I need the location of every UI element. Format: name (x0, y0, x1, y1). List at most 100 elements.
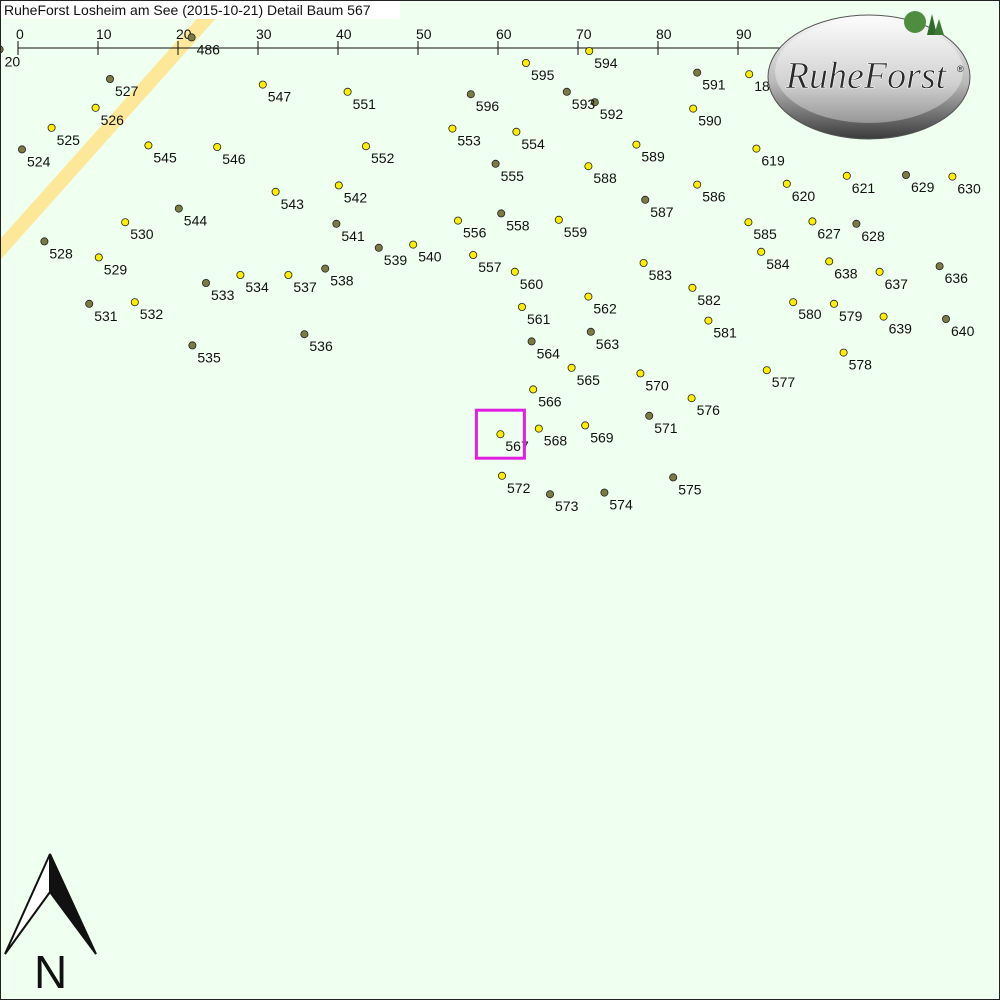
tree-marker[interactable]: 553 (448, 124, 481, 149)
tree-dot[interactable] (343, 87, 352, 96)
tree-dot[interactable] (581, 421, 590, 430)
tree-marker[interactable]: 554 (512, 127, 545, 152)
tree-dot[interactable] (522, 59, 531, 68)
tree-dot[interactable] (704, 316, 713, 325)
tree-marker[interactable]: 576 (687, 394, 720, 419)
tree-marker[interactable]: 20 (1, 45, 20, 70)
tree-dot[interactable] (693, 68, 702, 77)
tree-dot[interactable] (448, 124, 457, 133)
tree-marker[interactable]: 537 (284, 270, 317, 295)
tree-dot[interactable] (144, 141, 153, 150)
tree-marker[interactable]: 592 (590, 98, 623, 123)
tree-marker[interactable]: 525 (47, 123, 80, 148)
tree-dot[interactable] (94, 253, 103, 262)
tree-dot[interactable] (584, 162, 593, 171)
tree-dot[interactable] (839, 348, 848, 357)
tree-marker[interactable]: 579 (830, 299, 863, 324)
tree-dot[interactable] (636, 369, 645, 378)
tree-marker[interactable]: 589 (632, 140, 665, 165)
tree-dot[interactable] (527, 337, 536, 346)
tree-marker[interactable]: 529 (94, 253, 127, 278)
tree-marker[interactable]: 18 (745, 70, 770, 95)
tree-marker[interactable]: 571 (645, 411, 678, 436)
tree-dot[interactable] (584, 292, 593, 301)
tree-dot[interactable] (852, 219, 861, 228)
tree-dot[interactable] (496, 430, 505, 439)
tree-marker[interactable]: 546 (213, 142, 246, 167)
tree-dot[interactable] (453, 216, 462, 225)
tree-dot[interactable] (236, 270, 245, 279)
tree-marker[interactable]: 572 (497, 471, 531, 496)
tree-dot[interactable] (374, 243, 383, 252)
tree-marker[interactable]: 533 (201, 278, 235, 303)
tree-marker[interactable]: 532 (130, 298, 163, 323)
tree-marker[interactable]: 559 (554, 215, 587, 240)
tree-dot[interactable] (121, 218, 130, 227)
tree-dot[interactable] (188, 341, 197, 350)
tree-dot[interactable] (1, 45, 4, 54)
tree-dot[interactable] (491, 159, 500, 168)
tree-dot[interactable] (529, 385, 538, 394)
tree-marker[interactable]: 528 (40, 237, 73, 262)
tree-dot[interactable] (842, 171, 851, 180)
tree-marker[interactable]: 570 (636, 369, 669, 394)
tree-dot[interactable] (752, 144, 761, 153)
tree-dot[interactable] (130, 298, 139, 307)
tree-dot[interactable] (518, 302, 527, 311)
tree-marker[interactable]: 596 (466, 90, 499, 115)
tree-marker[interactable]: 540 (409, 240, 442, 265)
tree-dot[interactable] (40, 237, 49, 246)
tree-dot[interactable] (321, 264, 330, 273)
tree-dot[interactable] (258, 80, 267, 89)
tree-marker[interactable]: 593 (562, 87, 595, 112)
tree-dot[interactable] (586, 327, 595, 336)
tree-marker[interactable]: 577 (762, 366, 795, 391)
tree-marker[interactable]: 627 (808, 217, 841, 242)
tree-marker[interactable]: 574 (600, 488, 633, 513)
tree-marker[interactable]: 536 (300, 330, 333, 355)
map-canvas[interactable]: 0102030405060708090100m 2048652752652552… (1, 1, 999, 999)
tree-marker[interactable]: 621 (842, 171, 875, 196)
tree-dot[interactable] (830, 299, 839, 308)
tree-marker[interactable]: 586 (693, 180, 726, 205)
tree-marker[interactable]: 573 (546, 490, 579, 515)
tree-dot[interactable] (17, 145, 26, 154)
tree-marker[interactable]: 587 (641, 195, 674, 220)
tree-dot[interactable] (875, 267, 884, 276)
tree-dot[interactable] (688, 283, 697, 292)
tree-marker[interactable]: 566 (529, 385, 562, 410)
tree-dot[interactable] (567, 363, 576, 372)
tree-marker[interactable]: 558 (497, 209, 530, 234)
tree-marker[interactable]: 551 (343, 87, 376, 112)
tree-marker[interactable]: 619 (752, 144, 785, 169)
tree-dot[interactable] (284, 270, 293, 279)
tree-marker[interactable]: 562 (584, 292, 617, 317)
tree-dot[interactable] (948, 172, 957, 181)
tree-marker[interactable]: 545 (144, 141, 177, 166)
tree-marker[interactable]: 590 (689, 104, 722, 129)
tree-dot[interactable] (745, 70, 754, 79)
tree-marker[interactable]: 565 (567, 363, 600, 388)
tree-marker[interactable]: 535 (188, 341, 221, 366)
tree-marker[interactable]: 569 (581, 421, 614, 446)
tree-dot[interactable] (332, 219, 341, 228)
tree-dot[interactable] (757, 247, 766, 256)
tree-marker[interactable]: 568 (534, 424, 567, 449)
tree-dot[interactable] (497, 471, 506, 480)
tree-dot[interactable] (693, 180, 702, 189)
tree-dot[interactable] (469, 250, 478, 259)
tree-dot[interactable] (639, 258, 648, 267)
tree-marker[interactable]: 581 (704, 316, 737, 341)
tree-marker[interactable]: 486 (187, 33, 220, 58)
tree-marker[interactable]: 539 (374, 243, 407, 268)
tree-marker[interactable]: 531 (85, 299, 118, 324)
tree-dot[interactable] (174, 204, 183, 213)
tree-dot[interactable] (47, 123, 56, 132)
tree-marker[interactable]: 561 (518, 302, 551, 327)
tree-marker[interactable]: 530 (121, 218, 154, 243)
tree-marker[interactable]: 575 (669, 473, 702, 498)
tree-dot[interactable] (85, 299, 94, 308)
tree-dot[interactable] (213, 142, 222, 151)
tree-dot[interactable] (187, 33, 196, 42)
tree-dot[interactable] (554, 215, 563, 224)
